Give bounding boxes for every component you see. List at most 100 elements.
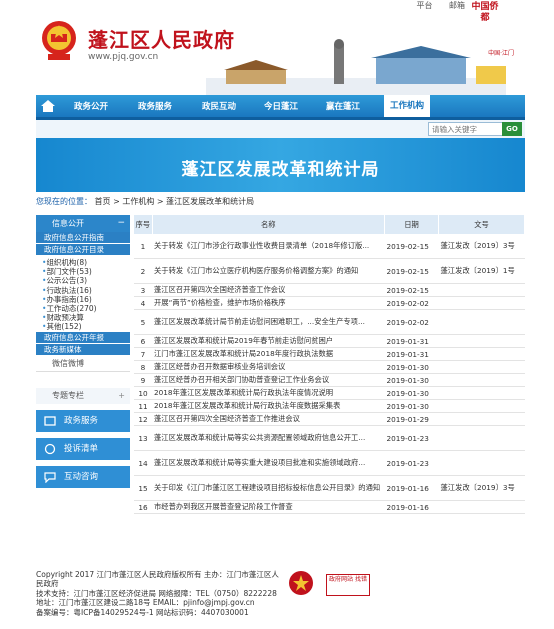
table-row[interactable]: 15 关于印发《江门市蓬江区工程建设项目招标投标信息公开目录》的通知 2019-01… <box>134 475 525 501</box>
row-index: 4 <box>134 296 152 310</box>
row-date: 2019-02-02 <box>384 296 439 310</box>
row-title-link[interactable]: 关于印发《江门市蓬江区工程建设项目招标投标信息公开目录》的通知 <box>152 475 385 501</box>
top-link-platform[interactable]: 平台 <box>416 1 432 10</box>
table-row[interactable]: 14 蓬江区发展改革和统计局等实重大建设项目批准和实施领域政府... 2019-01… <box>134 450 525 476</box>
row-date: 2019-01-30 <box>384 373 439 387</box>
table-row[interactable]: 8 蓬江区经普办召开数据审核业务培训会议 2019-01-30 <box>134 360 525 374</box>
home-icon[interactable] <box>40 98 56 114</box>
breadcrumb-current[interactable]: 蓬江区发展改革和统计局 <box>166 197 254 206</box>
row-index: 6 <box>134 334 152 348</box>
row-title-link[interactable]: 蓬江区召开第四次全国经济普查工作会议 <box>152 283 385 297</box>
table-row[interactable]: 2 关于转发《江门市公立医疗机构医疗服务价格调整方案》的通知 2019-02-15 蓬… <box>134 258 525 284</box>
nav-item-gov-service[interactable]: 政务服务 <box>138 100 172 112</box>
row-date: 2019-01-23 <box>384 450 439 476</box>
table-row[interactable]: 13 蓬江区发展改革和统计局等实公共资源配置领域政府信息公开工... 2019-01… <box>134 425 525 451</box>
row-title-link[interactable]: 开展“两节”价格检查，维护市场价格秩序 <box>152 296 385 310</box>
nav-item-interaction[interactable]: 政民互动 <box>202 100 236 112</box>
row-title-link[interactable]: 关于转发《江门市涉企行政事业性收费目录清单（2018年修订版... <box>152 234 385 259</box>
service-label: 政务服务 <box>64 415 99 426</box>
row-doc-code <box>438 347 525 361</box>
row-doc-code <box>438 334 525 348</box>
row-index: 3 <box>134 283 152 297</box>
sidebar-weixin[interactable]: 微信微博 <box>36 356 130 372</box>
row-date: 2019-02-02 <box>384 309 439 335</box>
search-input[interactable] <box>428 122 504 136</box>
error-report-badge[interactable]: 政府网站 找错 <box>326 574 370 596</box>
row-doc-code <box>438 399 525 413</box>
row-title-link[interactable]: 2018年蓬江区发展改革和统计局行政执法年度情况说明 <box>152 386 385 400</box>
row-title-link[interactable]: 蓬江区经普办召开相关部门协助普查登记工作业务会议 <box>152 373 385 387</box>
site-footer: Copyright 2017 江门市蓬江区人民政府版权所有 主办：江门市蓬江区人… <box>36 570 525 629</box>
row-index: 2 <box>134 258 152 284</box>
table-row[interactable]: 12 蓬江区召开第四次全国经济普查工作推进会议 2019-01-29 <box>134 412 525 426</box>
sidebar-item-other[interactable]: 其他(152) <box>42 322 130 331</box>
table-row[interactable]: 6 蓬江区发展改革和统计局2019年春节前走访慰问贫困户 2019-01-31 <box>134 334 525 348</box>
row-date: 2019-01-30 <box>384 360 439 374</box>
row-title-link[interactable]: 蓬江区发展改革和统计局等实重大建设项目批准和实施领域政府... <box>152 450 385 476</box>
breadcrumb-home[interactable]: 首页 <box>95 197 111 206</box>
row-title-link[interactable]: 蓬江区经普办召开数据审核业务培训会议 <box>152 360 385 374</box>
row-index: 8 <box>134 360 152 374</box>
table-row[interactable]: 4 开展“两节”价格检查，维护市场价格秩序 2019-02-02 <box>134 296 525 310</box>
row-title-link[interactable]: 2018年蓬江区发展改革和统计局行政执法年度数据采集表 <box>152 399 385 413</box>
consult-label: 互动咨询 <box>64 471 99 482</box>
sidebar-new-media[interactable]: 政务新媒体 <box>36 343 130 356</box>
sidebar-item-org[interactable]: 组织机构(8) <box>42 258 130 267</box>
row-doc-code <box>438 500 525 514</box>
search-go-button[interactable]: GO <box>502 122 522 136</box>
sidebar-item-enforcement[interactable]: 行政执法(16) <box>42 286 130 295</box>
row-title-link[interactable]: 江门市蓬江区发展改革和统计局2018年度行政执法数据 <box>152 347 385 361</box>
breadcrumb: 您现在的位置： 首页 > 工作机构 > 蓬江区发展改革和统计局 <box>36 196 525 210</box>
sidebar-special[interactable]: 专题专栏 + <box>36 387 130 404</box>
row-index: 11 <box>134 399 152 413</box>
sidebar-guide[interactable]: 政府信息公开指南 <box>36 232 130 244</box>
nav-item-agencies[interactable]: 工作机构 <box>384 95 431 117</box>
service-button-complaint[interactable]: 投诉清单 <box>36 437 130 460</box>
footer-text: Copyright 2017 江门市蓬江区人民政府版权所有 主办：江门市蓬江区人… <box>36 570 286 617</box>
nav-item-today[interactable]: 今日蓬江 <box>264 100 298 112</box>
sidebar-item-notices[interactable]: 公示公告(3) <box>42 276 130 285</box>
row-title-link[interactable]: 蓬江区发展改革统计局节前走访慰问困难职工，...安全生产专项... <box>152 309 385 335</box>
collapse-icon[interactable]: − <box>117 215 125 232</box>
row-doc-code <box>438 386 525 400</box>
sidebar-catalog[interactable]: 政府信息公开目录 <box>36 244 130 256</box>
row-index: 9 <box>134 373 152 387</box>
col-header-code: 文号 <box>438 215 525 234</box>
expand-icon[interactable]: + <box>118 388 125 404</box>
table-row[interactable]: 1 关于转发《江门市涉企行政事业性收费目录清单（2018年修订版... 2019-0… <box>134 234 525 259</box>
table-row[interactable]: 10 2018年蓬江区发展改革和统计局行政执法年度情况说明 2019-01-30 <box>134 386 525 400</box>
service-button-consult[interactable]: 互动咨询 <box>36 465 130 488</box>
table-row[interactable]: 9 蓬江区经普办召开相关部门协助普查登记工作业务会议 2019-01-30 <box>134 373 525 387</box>
row-doc-code <box>438 309 525 335</box>
row-title-link[interactable]: 蓬江区召开第四次全国经济普查工作推进会议 <box>152 412 385 426</box>
row-title-link[interactable]: 市经普办到我区开展普查登记阶段工作督查 <box>152 500 385 514</box>
table-row[interactable]: 16 市经普办到我区开展普查登记阶段工作督查 2019-01-16 <box>134 500 525 514</box>
sidebar-item-guides[interactable]: 办事指南(16) <box>42 295 130 304</box>
sidebar-item-news[interactable]: 工作动态(270) <box>42 304 130 313</box>
main-nav: 政务公开 政务服务 政民互动 今日蓬江 赢在蓬江 工作机构 <box>36 95 525 120</box>
row-title-link[interactable]: 关于转发《江门市公立医疗机构医疗服务价格调整方案》的通知 <box>152 258 385 284</box>
table-row[interactable]: 11 2018年蓬江区发展改革和统计局行政执法年度数据采集表 2019-01-30 <box>134 399 525 413</box>
table-row[interactable]: 5 蓬江区发展改革统计局节前走访慰问困难职工，...安全生产专项... 2019-0… <box>134 309 525 335</box>
sidebar: 信息公开 − 政府信息公开指南 政府信息公开目录 组织机构(8) 部门文件(53… <box>36 215 130 533</box>
sidebar-annual-report[interactable]: 政府信息公开年报 <box>36 331 130 344</box>
col-header-index: 序号 <box>134 215 153 234</box>
party-gov-badge-icon[interactable] <box>288 570 314 596</box>
service-button-gov[interactable]: 政务服务 <box>36 409 130 432</box>
sidebar-info-open[interactable]: 信息公开 − <box>36 215 130 232</box>
row-doc-code <box>438 296 525 310</box>
nav-item-win[interactable]: 赢在蓬江 <box>326 100 360 112</box>
row-doc-code: 蓬江发改〔2019〕3号 <box>438 475 525 501</box>
document-table: 序号 名称 日期 文号 1 关于转发《江门市涉企行政事业性收费目录清单（2018年… <box>134 215 525 514</box>
nav-item-gov-open[interactable]: 政务公开 <box>74 100 108 112</box>
table-row[interactable]: 3 蓬江区召开第四次全国经济普查工作会议 2019-02-15 <box>134 283 525 297</box>
breadcrumb-agencies[interactable]: 工作机构 <box>122 197 154 206</box>
row-date: 2019-01-23 <box>384 425 439 451</box>
sidebar-special-label: 专题专栏 <box>52 390 84 400</box>
row-title-link[interactable]: 蓬江区发展改革和统计局2019年春节前走访慰问贫困户 <box>152 334 385 348</box>
table-row[interactable]: 7 江门市蓬江区发展改革和统计局2018年度行政执法数据 2019-01-31 <box>134 347 525 361</box>
row-index: 1 <box>134 234 152 259</box>
top-link-mail[interactable]: 邮箱 <box>449 1 465 10</box>
department-title: 蓬江区发展改革和统计局 <box>181 160 380 180</box>
row-title-link[interactable]: 蓬江区发展改革和统计局等实公共资源配置领域政府信息公开工... <box>152 425 385 451</box>
